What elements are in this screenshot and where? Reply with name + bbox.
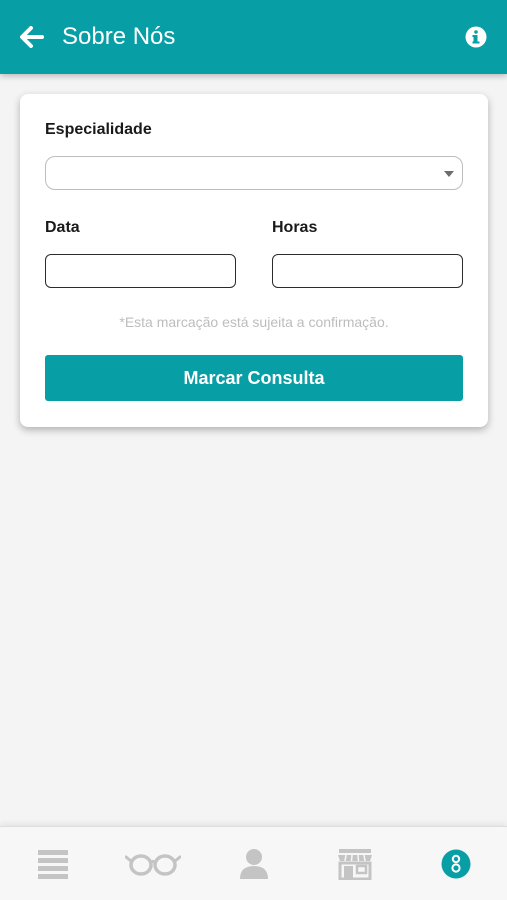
confirmation-note: *Esta marcação está sujeita a confirmaçã…	[119, 314, 389, 330]
app-header: Sobre Nós	[0, 0, 507, 74]
nav-item-profile[interactable]	[203, 827, 304, 900]
appointment-form-card: Especialidade Data Horas *Esta marcação …	[20, 94, 488, 427]
nav-item-about[interactable]	[405, 827, 506, 900]
app-logo-icon	[441, 849, 470, 879]
bottom-nav	[0, 826, 507, 900]
menu-icon	[37, 850, 68, 879]
book-appointment-button[interactable]: Marcar Consulta	[45, 355, 463, 401]
date-label: Data	[45, 219, 80, 236]
date-field[interactable]	[45, 254, 236, 288]
nav-item-menu[interactable]	[2, 827, 103, 900]
user-icon	[239, 849, 268, 879]
nav-item-store[interactable]	[304, 827, 405, 900]
chevron-down-icon	[444, 171, 454, 177]
page-title: Sobre Nós	[62, 23, 176, 50]
specialty-select[interactable]	[45, 156, 463, 190]
info-button[interactable]	[464, 25, 487, 48]
info-circle-icon	[465, 26, 486, 47]
nav-item-glasses[interactable]	[102, 827, 203, 900]
back-button[interactable]	[18, 22, 46, 52]
specialty-label: Especialidade	[45, 121, 152, 138]
arrow-left-icon	[20, 26, 44, 48]
hours-label: Horas	[272, 219, 318, 236]
store-icon	[337, 849, 372, 880]
glasses-icon	[124, 854, 181, 876]
hours-field[interactable]	[272, 254, 463, 288]
